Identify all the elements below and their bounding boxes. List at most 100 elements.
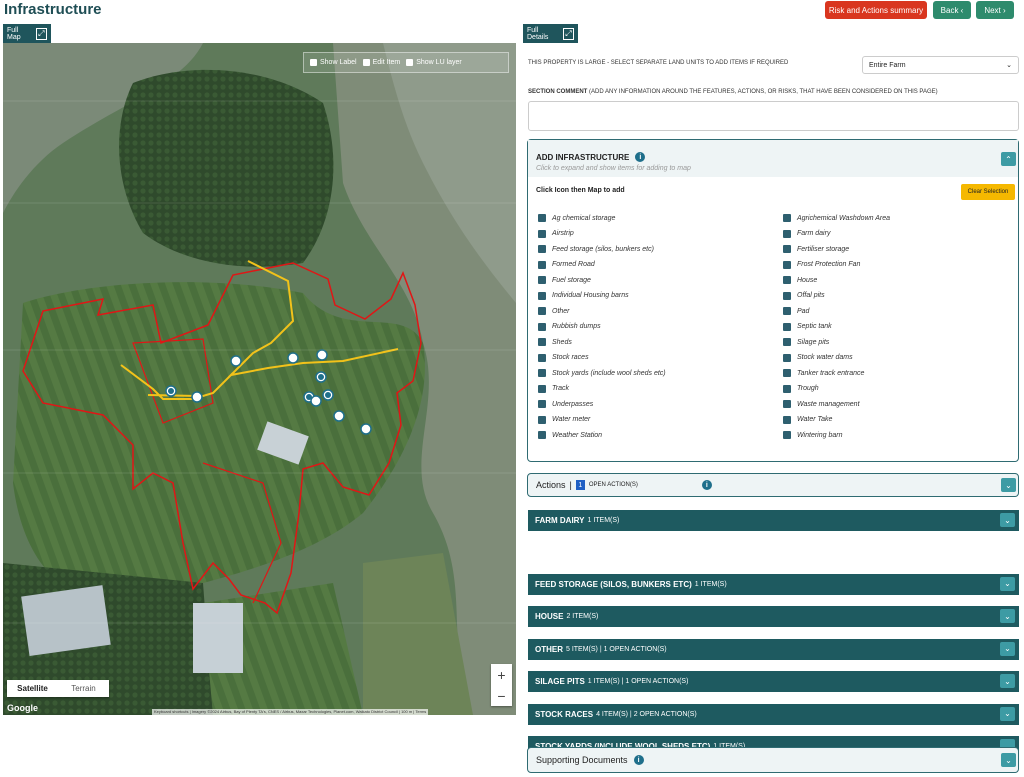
infra-item-offal-pits[interactable]: Offal pits (783, 290, 825, 302)
map-view[interactable] (3, 43, 516, 715)
infra-item-other[interactable]: Other (538, 305, 570, 317)
infra-item-weather-station[interactable]: Weather Station (538, 429, 602, 441)
stock-yards-include-wool-sheds-etc-icon (538, 369, 546, 377)
infra-item-label: Airstrip (552, 230, 574, 237)
infra-item-airstrip[interactable]: Airstrip (538, 228, 574, 240)
back-button[interactable]: Back ‹ (933, 1, 971, 19)
feed-storage-silos-bunkers-etc-icon (538, 245, 546, 253)
show-lu-layer-checkbox[interactable]: Show LU layer (406, 59, 462, 66)
stock-races-icon (538, 353, 546, 362)
add-infrastructure-text: ADD INFRASTRUCTURE (536, 152, 630, 162)
info-icon[interactable]: i (701, 480, 712, 490)
expand-icon[interactable]: ⤢ (35, 27, 47, 40)
info-icon[interactable]: i (633, 755, 644, 765)
infra-item-individual-housing-barns[interactable]: Individual Housing barns (538, 290, 629, 302)
full-map-tab[interactable]: Full Map ⤢ (3, 24, 51, 43)
next-button[interactable]: Next › (976, 1, 1014, 19)
infra-item-trough[interactable]: Trough (783, 383, 819, 395)
infra-item-agrichemical-washdown-area[interactable]: Agrichemical Washdown Area (783, 212, 890, 224)
clear-selection-button[interactable]: Clear Selection (961, 184, 1015, 200)
infra-item-stock-yards-include-wool-sheds-etc[interactable]: Stock yards (include wool sheds etc) (538, 367, 666, 379)
infra-item-sheds[interactable]: Sheds (538, 336, 572, 348)
infra-item-fertiliser-storage[interactable]: Fertiliser storage (783, 243, 849, 255)
band-title: OTHER (535, 644, 563, 654)
show-label-text: Show Label (320, 59, 357, 66)
collapse-icon[interactable]: ⌃ (1001, 152, 1016, 166)
land-unit-select[interactable]: Entire Farm ⌄ (862, 56, 1019, 74)
weather-station-icon (538, 431, 546, 439)
google-logo: Google (7, 703, 38, 713)
infra-item-ag-chemical-storage[interactable]: Ag chemical storage (538, 212, 615, 224)
infra-item-stock-races[interactable]: Stock races (538, 352, 589, 364)
infra-item-underpasses[interactable]: Underpasses (538, 398, 593, 410)
click-icon-hint: Click Icon then Map to add (536, 187, 625, 194)
infra-item-label: Fuel storage (552, 276, 591, 284)
underpasses-icon (538, 400, 546, 408)
actions-separator: | (569, 480, 572, 490)
infra-item-fuel-storage[interactable]: Fuel storage (538, 274, 591, 286)
band-meta: 2 ITEM(S) (566, 613, 599, 620)
wintering-barn-icon (783, 431, 791, 439)
section-comment-input[interactable] (528, 101, 1019, 131)
chevron-down-icon[interactable]: ⌄ (1000, 674, 1015, 688)
infra-item-wintering-barn[interactable]: Wintering barn (783, 429, 842, 441)
infra-item-water-meter[interactable]: Water meter (538, 414, 590, 426)
water-meter-icon (538, 415, 546, 424)
chevron-down-icon[interactable]: ⌄ (1000, 513, 1015, 527)
infra-item-label: Silage pits (797, 338, 830, 346)
infra-item-frost-protection-fan[interactable]: Frost Protection Fan (783, 259, 860, 271)
infra-item-track[interactable]: Track (538, 383, 569, 395)
infra-item-stock-water-dams[interactable]: Stock water dams (783, 352, 853, 364)
actions-panel[interactable]: Actions | 1 OPEN ACTION(S) i ⌄ (527, 473, 1019, 497)
infra-item-silage-pits[interactable]: Silage pits (783, 336, 829, 348)
full-details-tab[interactable]: Full Details ⤢ (523, 24, 578, 43)
infra-item-feed-storage-silos-bunkers-etc[interactable]: Feed storage (silos, bunkers etc) (538, 243, 654, 255)
edit-item-checkbox[interactable]: Edit Item (362, 59, 400, 66)
terrain-button[interactable]: Terrain (58, 680, 109, 697)
chevron-down-icon[interactable]: ⌄ (1000, 576, 1015, 591)
infra-item-rubbish-dumps[interactable]: Rubbish dumps (538, 321, 601, 333)
supporting-documents-panel[interactable]: Supporting Documents i ⌄ (527, 747, 1019, 773)
infra-item-label: Water meter (552, 416, 591, 423)
info-icon[interactable]: i (635, 152, 646, 162)
section-comment-hint: (ADD ANY INFORMATION AROUND THE FEATURES… (589, 89, 938, 95)
sheds-icon (538, 338, 546, 346)
show-label-checkbox[interactable]: Show Label (310, 59, 357, 66)
zoom-in-button[interactable]: + (491, 664, 512, 685)
chevron-down-icon[interactable]: ⌄ (1000, 609, 1015, 623)
risk-actions-summary-button[interactable]: Risk and Actions summary (825, 1, 927, 19)
infra-item-water-take[interactable]: Water Take (783, 414, 832, 426)
open-actions-text: OPEN ACTION(S) (588, 482, 638, 488)
band-title: STOCK RACES (535, 709, 594, 719)
chevron-down-icon[interactable]: ⌄ (1001, 478, 1016, 492)
land-unit-label: THIS PROPERTY IS LARGE - SELECT SEPARATE… (528, 60, 789, 66)
expand-icon[interactable]: ⤢ (562, 27, 574, 40)
other-icon (538, 307, 546, 315)
band-farm-dairy[interactable]: FARM DAIRY 1 ITEM(S) ⌄ (528, 510, 1019, 531)
track-icon (538, 384, 546, 393)
supporting-documents-header: Supporting Documents i (536, 755, 644, 765)
chevron-down-icon[interactable]: ⌄ (1000, 706, 1015, 721)
infra-item-formed-road[interactable]: Formed Road (538, 259, 595, 271)
infra-item-tanker-track-entrance[interactable]: Tanker track entrance (783, 367, 864, 379)
house-icon (783, 276, 791, 284)
band-house[interactable]: HOUSE 2 ITEM(S) ⌄ (528, 606, 1019, 627)
airstrip-icon (538, 229, 546, 238)
band-feed-storage-silos-bunkers-etc[interactable]: FEED STORAGE (SILOS, BUNKERS ETC) 1 ITEM(… (528, 573, 1019, 595)
chevron-down-icon[interactable]: ⌄ (1001, 753, 1016, 767)
infra-item-label: Tanker track entrance (797, 369, 865, 377)
infra-item-label: Fertiliser storage (797, 245, 850, 253)
band-other[interactable]: OTHER 5 ITEM(S) | 1 OPEN ACTION(S) ⌄ (528, 638, 1019, 660)
infra-item-pad[interactable]: Pad (783, 305, 809, 317)
chevron-down-icon[interactable]: ⌄ (1000, 641, 1015, 656)
zoom-out-button[interactable]: − (491, 685, 512, 706)
infra-item-label: Sheds (552, 338, 572, 346)
infra-item-septic-tank[interactable]: Septic tank (783, 321, 832, 333)
satellite-button[interactable]: Satellite (7, 680, 58, 697)
band-silage-pits[interactable]: SILAGE PITS 1 ITEM(S) | 1 OPEN ACTION(S) ⌄ (528, 671, 1019, 692)
infra-item-waste-management[interactable]: Waste management (783, 398, 860, 410)
infra-item-house[interactable]: House (783, 274, 817, 286)
map-type-switch: Satellite Terrain (7, 680, 109, 697)
infra-item-farm-dairy[interactable]: Farm dairy (783, 228, 830, 240)
band-stock-races[interactable]: STOCK RACES 4 ITEM(S) | 2 OPEN ACTION(S) ⌄ (528, 703, 1019, 725)
